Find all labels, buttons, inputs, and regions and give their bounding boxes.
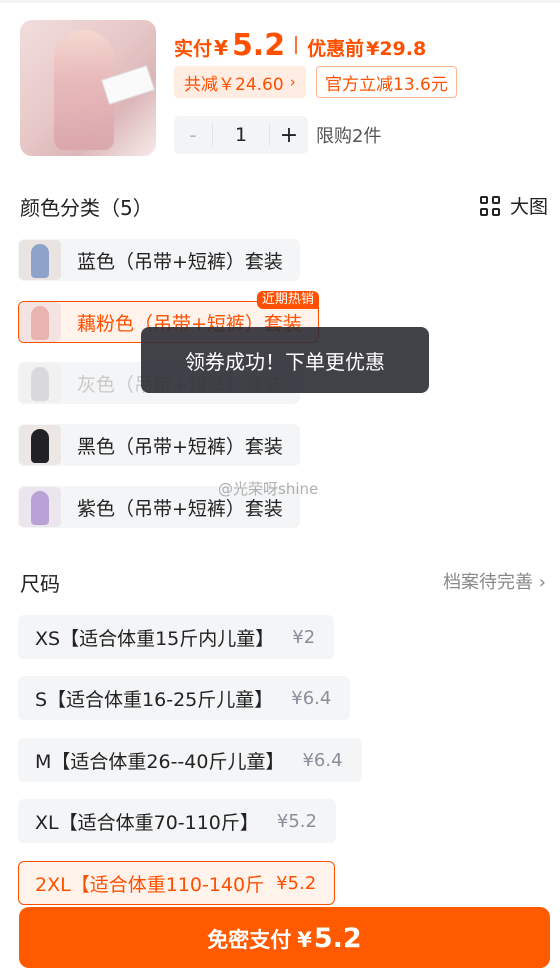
size-option-xl[interactable]: XL【适合体重70-110斤】 ¥5.2	[18, 799, 336, 843]
size-label: M【适合体重26--40斤儿童】	[35, 750, 285, 773]
top-divider	[0, 0, 560, 3]
size-option-2xl[interactable]: 2XL【适合体重110-140斤 ¥5.2	[18, 861, 336, 905]
price-line: 实付 ¥ 5.2 优惠前 ¥29.8	[174, 28, 427, 63]
size-label: XS【适合体重15斤内儿童】	[35, 627, 275, 650]
coupon-toast: 领券成功！下单更优惠	[141, 327, 429, 393]
color-section-title: 颜色分类（5）	[20, 196, 153, 220]
price-separator	[295, 36, 298, 54]
color-option-blue[interactable]: 蓝色（吊带+短裤）套装	[18, 239, 300, 281]
quantity-stepper: - 1 +	[174, 116, 308, 154]
grid-icon	[479, 195, 500, 216]
size-section-title: 尺码	[20, 572, 60, 596]
official-discount-text: 官方立减13.6元	[325, 74, 448, 95]
decrement-button[interactable]: -	[174, 123, 212, 147]
discount-text: 共减￥24.60	[184, 74, 284, 95]
quantity-input[interactable]: 1	[212, 124, 270, 146]
product-thumbnail[interactable]	[20, 20, 156, 156]
pay-label: 实付	[174, 38, 213, 60]
color-swatch	[19, 363, 61, 403]
discount-detail-chip[interactable]: 共减￥24.60 ›	[174, 66, 306, 98]
size-price: ¥2	[292, 626, 316, 648]
watermark: @光荣呀shine	[218, 480, 319, 498]
pay-button-label: 免密支付	[207, 928, 292, 952]
pay-button[interactable]: 免密支付 ¥ 5.2	[19, 907, 550, 968]
size-profile-text: 档案待完善	[443, 572, 534, 593]
currency-symbol: ¥	[214, 36, 228, 60]
big-view-toggle[interactable]: 大图	[479, 192, 548, 219]
purchase-limit: 限购2件	[316, 126, 382, 147]
color-swatch	[19, 302, 61, 342]
color-option-black[interactable]: 黑色（吊带+短裤）套装	[18, 424, 300, 466]
size-label: S【适合体重16-25斤儿童】	[35, 688, 274, 711]
increment-button[interactable]: +	[270, 123, 308, 148]
chevron-right-icon: ›	[538, 572, 546, 593]
size-price: ¥5.2	[276, 872, 317, 894]
color-option-label: 蓝色（吊带+短裤）套装	[77, 250, 283, 273]
color-swatch	[19, 487, 61, 527]
chevron-right-icon: ›	[289, 73, 296, 91]
size-price: ¥6.4	[291, 687, 332, 709]
size-price: ¥5.2	[276, 810, 317, 832]
size-label: 2XL【适合体重110-140斤	[35, 873, 265, 896]
pay-price: 5.2	[231, 28, 286, 63]
original-label: 优惠前	[307, 38, 365, 60]
color-option-label: 黑色（吊带+短裤）套装	[77, 435, 283, 458]
size-profile-link[interactable]: 档案待完善 ›	[443, 568, 546, 594]
big-view-label: 大图	[509, 196, 548, 218]
size-option-m[interactable]: M【适合体重26--40斤儿童】 ¥6.4	[18, 738, 362, 782]
size-label: XL【适合体重70-110斤】	[35, 811, 259, 834]
pay-button-currency: ¥	[297, 928, 312, 952]
size-option-s[interactable]: S【适合体重16-25斤儿童】 ¥6.4	[18, 676, 351, 720]
color-swatch	[19, 425, 61, 465]
original-price: ¥29.8	[366, 38, 427, 60]
official-discount-chip: 官方立减13.6元	[316, 66, 457, 98]
color-swatch	[19, 240, 61, 280]
size-option-xs[interactable]: XS【适合体重15斤内儿童】 ¥2	[18, 615, 335, 659]
size-price: ¥6.4	[302, 749, 343, 771]
hot-sale-badge: 近期热销	[256, 291, 319, 309]
pay-button-amount: 5.2	[313, 923, 362, 954]
